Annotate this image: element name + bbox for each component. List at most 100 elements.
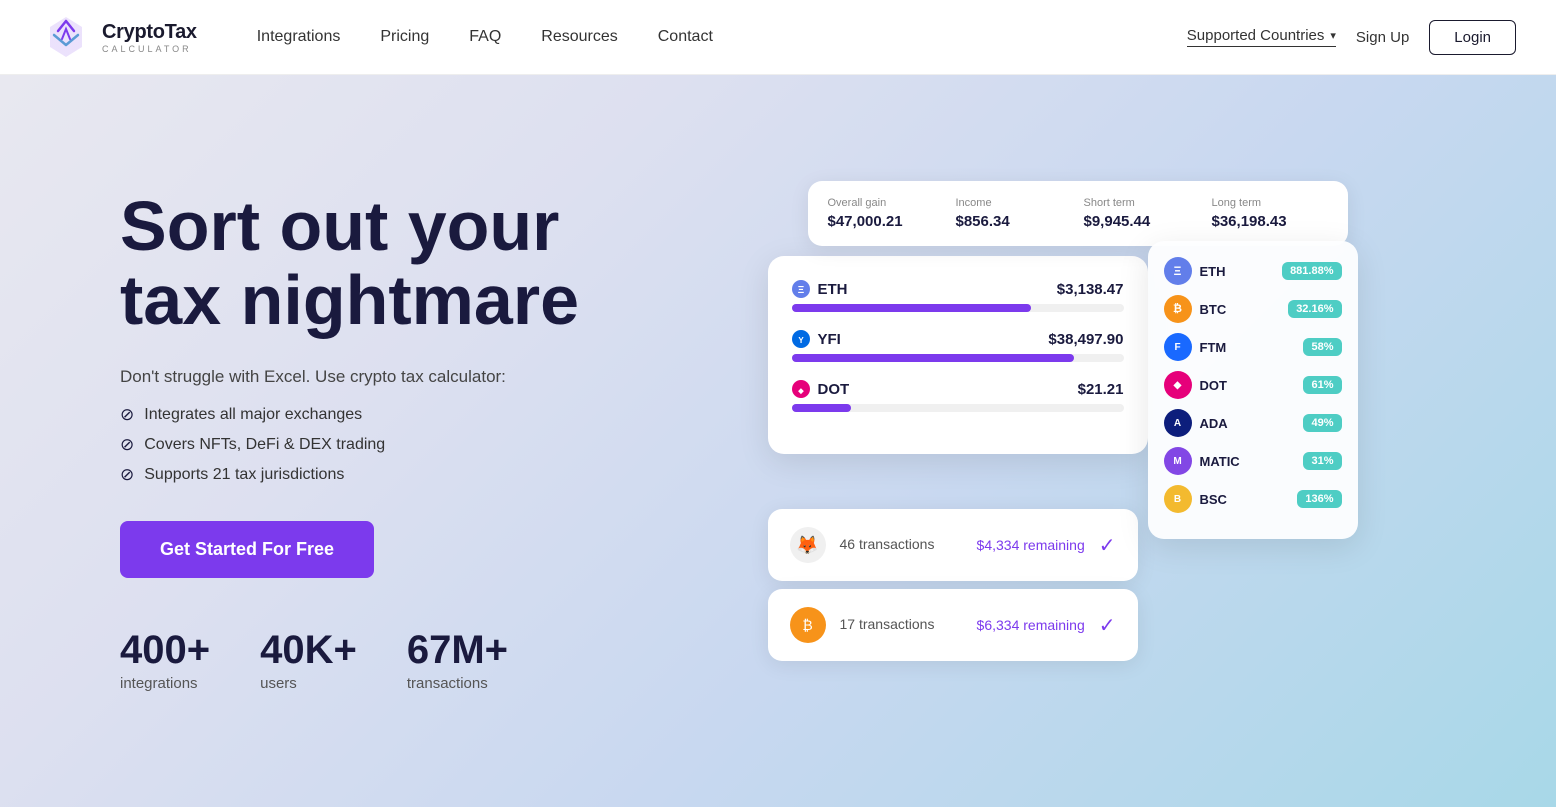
gain-btc-badge: 32.16% (1288, 300, 1341, 318)
stat-users-num: 40K+ (260, 628, 357, 673)
gain-bsc: B BSC 136% (1164, 485, 1342, 513)
nav-integrations[interactable]: Integrations (257, 28, 341, 46)
gain-ada-badge: 49% (1303, 414, 1341, 432)
tx-count-1: 46 transactions (840, 536, 935, 552)
tx-check-1: ✓ (1099, 533, 1116, 558)
logo-icon (40, 11, 92, 63)
portfolio-card: Ξ ETH $3,138.47 Y YFI $38,497.90 (768, 256, 1148, 454)
gain-eth-badge: 881.88% (1282, 262, 1341, 280)
nav-right: Supported Countries ▾ Sign Up Login (1187, 20, 1516, 55)
signup-button[interactable]: Sign Up (1356, 29, 1409, 46)
logo-name: CryptoTax (102, 21, 197, 44)
svg-text:◆: ◆ (797, 388, 804, 395)
coin-dot-bar (792, 404, 852, 412)
hero-subtitle: Don't struggle with Excel. Use crypto ta… (120, 367, 579, 387)
coin-eth-row: Ξ ETH $3,138.47 (792, 280, 1124, 312)
tx-info-2: 17 transactions (840, 616, 963, 634)
gain-bsc-badge: 136% (1297, 490, 1341, 508)
chevron-down-icon: ▾ (1330, 29, 1336, 42)
gain-btc: ₿ BTC 32.16% (1164, 295, 1342, 323)
eth-icon: Ξ (792, 280, 810, 298)
dot-gain-icon: ◆ (1164, 371, 1192, 399)
nav-faq[interactable]: FAQ (469, 28, 501, 46)
stat-integrations: 400+ integrations (120, 628, 210, 692)
bsc-gain-icon: B (1164, 485, 1192, 513)
coin-eth-value: $3,138.47 (1057, 281, 1124, 298)
feature-2: ⊘ Covers NFTs, DeFi & DEX trading (120, 435, 579, 455)
feature-1: ⊘ Integrates all major exchanges (120, 405, 579, 425)
gain-eth: Ξ ETH 881.88% (1164, 257, 1342, 285)
login-button[interactable]: Login (1429, 20, 1516, 55)
stats-bar: Overall gain $47,000.21 Income $856.34 S… (808, 181, 1348, 246)
navbar: CryptoTax CALCULATOR Integrations Pricin… (0, 0, 1556, 75)
coin-yfi-value: $38,497.90 (1048, 331, 1123, 348)
hero-right: Overall gain $47,000.21 Income $856.34 S… (619, 181, 1496, 701)
svg-text:Y: Y (798, 336, 804, 345)
stat-transactions-label: transactions (407, 675, 508, 692)
tx-icon-2: ₿ (790, 607, 826, 643)
stat-overall-gain-label: Overall gain (828, 197, 944, 209)
gain-btc-name: BTC (1200, 302, 1281, 317)
eth-gain-icon: Ξ (1164, 257, 1192, 285)
coin-eth-name: Ξ ETH (792, 280, 848, 298)
tx-count-2: 17 transactions (840, 616, 935, 632)
gain-dot-badge: 61% (1303, 376, 1341, 394)
logo-sub: CALCULATOR (102, 44, 197, 54)
supported-countries-dropdown[interactable]: Supported Countries ▾ (1187, 27, 1336, 47)
gain-matic-name: MATIC (1200, 454, 1296, 469)
feature-3: ⊘ Supports 21 tax jurisdictions (120, 465, 579, 485)
gain-bsc-name: BSC (1200, 492, 1290, 507)
gain-ftm-name: FTM (1200, 340, 1296, 355)
gain-eth-name: ETH (1200, 264, 1275, 279)
stat-integrations-num: 400+ (120, 628, 210, 673)
tx-info-1: 46 transactions (840, 536, 963, 554)
tx-remaining-1: $4,334 remaining (977, 537, 1085, 553)
nav-links: Integrations Pricing FAQ Resources Conta… (257, 28, 1187, 46)
gains-panel: Ξ ETH 881.88% ₿ BTC 32.16% F FTM 58% ◆ D… (1148, 241, 1358, 539)
check-icon-2: ⊘ (120, 435, 134, 455)
coin-yfi-row: Y YFI $38,497.90 (792, 330, 1124, 362)
stat-short-term: Short term $9,945.44 (1084, 197, 1200, 230)
yfi-icon: Y (792, 330, 810, 348)
stat-income-label: Income (956, 197, 1072, 209)
stat-long-term-label: Long term (1212, 197, 1328, 209)
stat-income-value: $856.34 (956, 213, 1072, 230)
transaction-card-2: ₿ 17 transactions $6,334 remaining ✓ (768, 589, 1138, 661)
gain-dot: ◆ DOT 61% (1164, 371, 1342, 399)
stat-users: 40K+ users (260, 628, 357, 692)
hero-section: Sort out yourtax nightmare Don't struggl… (0, 75, 1556, 807)
nav-resources[interactable]: Resources (541, 28, 617, 46)
gain-ftm: F FTM 58% (1164, 333, 1342, 361)
dot-icon: ◆ (792, 380, 810, 398)
coin-eth-bar (792, 304, 1031, 312)
nav-pricing[interactable]: Pricing (380, 28, 429, 46)
supported-countries-label: Supported Countries (1187, 27, 1325, 44)
stat-income: Income $856.34 (956, 197, 1072, 230)
tx-icon-1: 🦊 (790, 527, 826, 563)
check-icon-1: ⊘ (120, 405, 134, 425)
ftm-gain-icon: F (1164, 333, 1192, 361)
gain-ada: A ADA 49% (1164, 409, 1342, 437)
stat-long-term: Long term $36,198.43 (1212, 197, 1328, 230)
coin-yfi-bar (792, 354, 1074, 362)
gain-matic: M MATIC 31% (1164, 447, 1342, 475)
check-icon-3: ⊘ (120, 465, 134, 485)
gain-ada-name: ADA (1200, 416, 1296, 431)
tx-check-2: ✓ (1099, 613, 1116, 638)
stat-short-term-value: $9,945.44 (1084, 213, 1200, 230)
svg-text:Ξ: Ξ (797, 285, 804, 296)
stat-integrations-label: integrations (120, 675, 210, 692)
dashboard-mockup: Overall gain $47,000.21 Income $856.34 S… (768, 181, 1348, 701)
logo[interactable]: CryptoTax CALCULATOR (40, 11, 197, 63)
stat-users-label: users (260, 675, 357, 692)
coin-dot-value: $21.21 (1078, 381, 1124, 398)
btc-gain-icon: ₿ (1164, 295, 1192, 323)
hero-title: Sort out yourtax nightmare (120, 190, 579, 337)
hero-features: ⊘ Integrates all major exchanges ⊘ Cover… (120, 405, 579, 485)
cta-button[interactable]: Get Started For Free (120, 521, 374, 578)
stat-transactions: 67M+ transactions (407, 628, 508, 692)
gain-matic-badge: 31% (1303, 452, 1341, 470)
nav-contact[interactable]: Contact (658, 28, 713, 46)
coin-dot-name: ◆ DOT (792, 380, 850, 398)
stat-overall-gain: Overall gain $47,000.21 (828, 197, 944, 230)
